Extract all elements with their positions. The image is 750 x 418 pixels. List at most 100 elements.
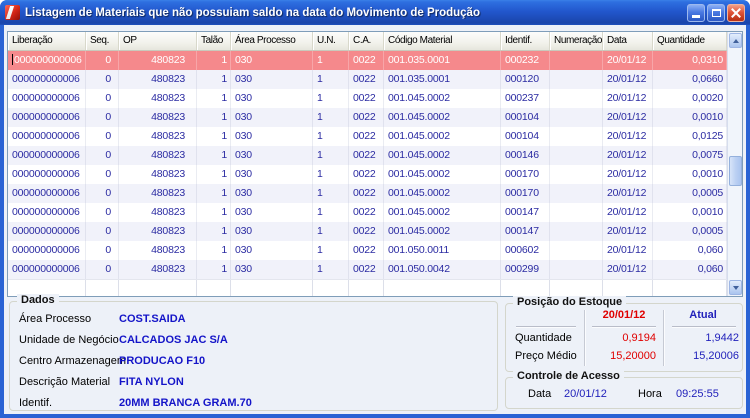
dados-groupbox: Dados Área Processo COST.SAIDA Unidade d… (9, 294, 498, 413)
table-cell: 480823 (119, 89, 197, 108)
maximize-button[interactable] (707, 3, 725, 22)
window-controls (687, 3, 745, 22)
table-cell: 20/01/12 (603, 241, 653, 260)
table-cell: 1 (313, 108, 349, 127)
posicao-estoque-title: Posição do Estoque (513, 296, 627, 308)
table-row[interactable]: 000000000006 0 480823 1 030 1 0022 001.045.0002… (8, 146, 742, 165)
table-cell: 20/01/12 (603, 108, 653, 127)
scrollbar-up-button[interactable] (729, 33, 742, 48)
table-row[interactable]: 000000000006 0 480823 1 030 1 0022 001.050.0042… (8, 260, 742, 279)
materials-table: Liberação Seq. OP Talão Área Processo U.N. C.A… (7, 31, 743, 297)
table-row[interactable]: 000000000006 0 480823 1 030 1 0022 001.045.0002… (8, 89, 742, 108)
table-cell: 0022 (349, 203, 384, 222)
dados-field-unidade-negocio: Unidade de Negócio CALCADOS JAC S/A (19, 334, 489, 350)
table-row[interactable]: 000000000006 0 480823 1 030 1 0022 001.045.0002… (8, 108, 742, 127)
column-header-10[interactable]: Numeração (550, 32, 603, 50)
table-cell: 0,0010 (653, 165, 727, 184)
table-cell: 030 (231, 127, 313, 146)
table-cell: 001.045.0002 (384, 184, 501, 203)
table-cell: 001.045.0002 (384, 89, 501, 108)
column-header-9[interactable]: Identif. (501, 32, 550, 50)
table-cell: 000104 (501, 127, 550, 146)
table-cell: 0,060 (653, 241, 727, 260)
table-cell: 0,0005 (653, 184, 727, 203)
table-cell: 1 (197, 184, 231, 203)
dados-title: Dados (17, 294, 59, 306)
table-cell: 000000000006 (8, 127, 86, 146)
table-cell: 030 (231, 260, 313, 279)
table-cell: 1 (313, 260, 349, 279)
table-cell: 030 (231, 108, 313, 127)
column-header-5[interactable]: Área Processo (231, 32, 313, 50)
table-cell: 1 (197, 165, 231, 184)
table-cell: 0,0010 (653, 108, 727, 127)
column-header-1[interactable]: Liberação (8, 32, 86, 50)
table-cell: 1 (197, 108, 231, 127)
table-cell: 480823 (119, 260, 197, 279)
table-cell: 001.045.0002 (384, 108, 501, 127)
table-cell: 1 (197, 241, 231, 260)
table-cell: 480823 (119, 108, 197, 127)
table-cell: 000000000006 (8, 70, 86, 89)
table-cell: 000147 (501, 203, 550, 222)
table-cell: 0022 (349, 260, 384, 279)
data-value: 20/01/12 (564, 388, 607, 400)
column-header-12[interactable]: Quantidade (653, 32, 727, 50)
column-header-4[interactable]: Talão (197, 32, 231, 50)
table-row[interactable]: 000000000006 0 480823 1 030 1 0022 001.045.0002… (8, 127, 742, 146)
scrollbar-thumb[interactable] (729, 156, 742, 186)
table-row[interactable]: 000000000006 0 480823 1 030 1 0022 001.050.0011… (8, 241, 742, 260)
dados-field-identif: Identif. 20MM BRANCA GRAM.70 (19, 397, 489, 413)
table-cell: 000602 (501, 241, 550, 260)
close-button[interactable] (727, 3, 745, 22)
column-header-8[interactable]: Código Material (384, 32, 501, 50)
table-cell: 000237 (501, 89, 550, 108)
minimize-button[interactable] (687, 3, 705, 22)
table-cell: 030 (231, 203, 313, 222)
table-cell: 1 (197, 222, 231, 241)
table-cell: 000104 (501, 108, 550, 127)
maximize-icon (711, 8, 721, 17)
column-header-7[interactable]: C.A. (349, 32, 384, 50)
posicao-preco-medio-atual: 15,20006 (693, 350, 739, 362)
controle-acesso-groupbox: Controle de Acesso Data 20/01/12 Hora 09… (505, 370, 743, 409)
column-header-11[interactable]: Data (603, 32, 653, 50)
table-row[interactable]: 000000000006 0 480823 1 030 1 0022 001.045.0002… (8, 184, 742, 203)
scrollbar-down-button[interactable] (729, 280, 742, 295)
table-cell: 0022 (349, 241, 384, 260)
table-cell: 20/01/12 (603, 127, 653, 146)
table-cell: 000147 (501, 222, 550, 241)
posicao-row-label: Preço Médio (515, 350, 577, 362)
dados-field-area-processo: Área Processo COST.SAIDA (19, 313, 489, 329)
dados-field-centro-armazenagem: Centro Armazenagem PRODUCAO F10 (19, 355, 489, 371)
table-cell: 0 (86, 108, 119, 127)
titlebar[interactable]: Listagem de Materiais que não possuiam s… (0, 0, 750, 25)
column-header-3[interactable]: OP (119, 32, 197, 50)
table-cell: 000120 (501, 70, 550, 89)
table-row[interactable]: 000000000006 0 480823 1 030 1 0022 001.045.0002… (8, 165, 742, 184)
table-cell: 0 (86, 165, 119, 184)
table-cell (384, 280, 501, 296)
table-row[interactable]: 000000000006 0 480823 1 030 1 0022 001.035.0001… (8, 51, 742, 70)
table-cell: 1 (197, 70, 231, 89)
table-cell: 1 (197, 203, 231, 222)
column-header-2[interactable]: Seq. (86, 32, 119, 50)
table-cell (231, 280, 313, 296)
table-row[interactable]: 000000000006 0 480823 1 030 1 0022 001.045.0002… (8, 222, 742, 241)
table-row[interactable]: 000000000006 0 480823 1 030 1 0022 001.035.0001… (8, 70, 742, 89)
table-cell: 030 (231, 51, 313, 70)
table-cell: 000000000006 (8, 146, 86, 165)
column-header-6[interactable]: U.N. (313, 32, 349, 50)
table-cell (550, 260, 603, 279)
app-icon (5, 5, 20, 20)
table-cell: 000299 (501, 260, 550, 279)
vertical-scrollbar[interactable] (727, 32, 742, 296)
table-row[interactable]: 000000000006 0 480823 1 030 1 0022 001.045.0002… (8, 203, 742, 222)
table-cell: 20/01/12 (603, 260, 653, 279)
table-cell: 0 (86, 222, 119, 241)
table-cell: 0022 (349, 51, 384, 70)
table-cell: 0,0020 (653, 89, 727, 108)
table-cell: 000000000006 (8, 241, 86, 260)
table-cell: 1 (313, 184, 349, 203)
table-cell: 0 (86, 127, 119, 146)
